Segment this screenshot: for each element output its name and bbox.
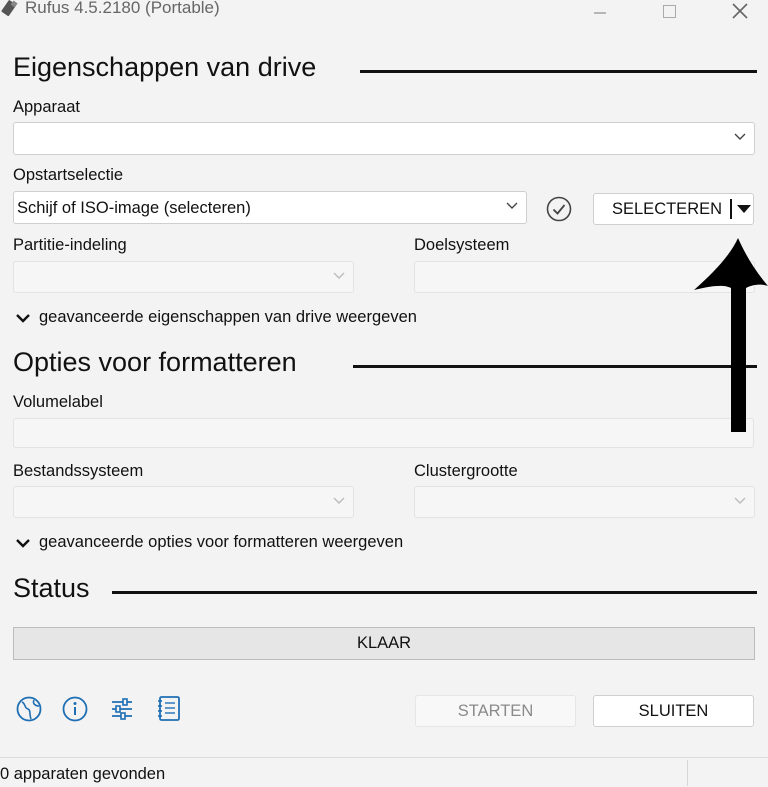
- chevron-down-icon: [734, 497, 746, 504]
- chevron-down-icon: [333, 272, 345, 279]
- minimize-button[interactable]: [577, 0, 623, 22]
- select-button[interactable]: SELECTEREN: [593, 193, 754, 225]
- chevron-down-icon: [506, 202, 518, 209]
- status-bar-text: 0 apparaten gevonden: [0, 765, 166, 783]
- usb-drive-icon: [1, 0, 18, 17]
- status-progress-text: KLAAR: [356, 634, 412, 652]
- target-system-label: Doelsysteem: [414, 236, 510, 254]
- close-button[interactable]: SLUITEN: [593, 695, 754, 727]
- close-window-button[interactable]: [717, 0, 763, 22]
- boot-selection-label: Opstartselectie: [13, 166, 124, 184]
- advanced-format-toggle-label: geavanceerde opties voor formatteren wee…: [39, 533, 404, 551]
- close-button-label: SLUITEN: [638, 701, 709, 720]
- maximize-button[interactable]: [646, 0, 692, 22]
- drive-properties-heading: Eigenschappen van drive: [13, 52, 317, 82]
- format-options-heading: Opties voor formatteren: [13, 347, 297, 377]
- title-bar: Rufus 4.5.2180 (Portable): [0, 0, 768, 22]
- drive-properties-rule: [360, 70, 757, 73]
- globe-icon[interactable]: [14, 694, 44, 724]
- status-progress-bar: KLAAR: [13, 627, 755, 660]
- advanced-drive-toggle-label: geavanceerde eigenschappen van drive wee…: [39, 308, 417, 326]
- settings-sliders-icon[interactable]: [107, 694, 137, 724]
- volume-label-label: Volumelabel: [13, 393, 103, 411]
- chevron-down-icon: [333, 497, 345, 504]
- minimize-icon: [594, 12, 606, 14]
- boot-selection-value: Schijf of ISO-image (selecteren): [17, 199, 251, 217]
- filesystem-dropdown[interactable]: [13, 486, 354, 518]
- filesystem-label: Bestandssysteem: [13, 462, 144, 480]
- advanced-drive-toggle[interactable]: geavanceerde eigenschappen van drive wee…: [15, 308, 417, 327]
- boot-selection-dropdown[interactable]: Schijf of ISO-image (selecteren): [13, 191, 527, 224]
- cluster-size-dropdown[interactable]: [414, 486, 755, 518]
- split-divider: [730, 199, 732, 219]
- device-label: Apparaat: [13, 98, 80, 116]
- chevron-down-icon: [16, 313, 30, 323]
- partition-dropdown[interactable]: [13, 261, 354, 293]
- partition-label: Partitie-indeling: [13, 236, 127, 254]
- select-button-label: SELECTEREN: [612, 199, 723, 218]
- start-button-label: STARTEN: [457, 701, 534, 720]
- cluster-size-label: Clustergrootte: [414, 462, 518, 480]
- status-heading: Status: [13, 573, 90, 603]
- log-icon[interactable]: [154, 693, 184, 723]
- info-icon[interactable]: [60, 694, 90, 724]
- chevron-down-icon: [16, 538, 30, 548]
- close-icon: [732, 3, 748, 19]
- start-button[interactable]: STARTEN: [415, 695, 576, 727]
- device-dropdown[interactable]: [13, 122, 755, 155]
- dropdown-arrow-icon[interactable]: [736, 204, 752, 214]
- check-hash-icon[interactable]: [545, 195, 573, 223]
- annotation-arrow-icon: [694, 238, 768, 432]
- status-rule: [112, 591, 757, 594]
- volume-label-input[interactable]: [13, 418, 754, 448]
- maximize-icon: [663, 5, 676, 18]
- window-title: Rufus 4.5.2180 (Portable): [25, 0, 220, 17]
- status-bar-divider: [687, 760, 688, 786]
- advanced-format-toggle[interactable]: geavanceerde opties voor formatteren wee…: [15, 533, 403, 552]
- status-bar: 0 apparaten gevonden: [0, 757, 768, 787]
- chevron-down-icon: [734, 133, 746, 140]
